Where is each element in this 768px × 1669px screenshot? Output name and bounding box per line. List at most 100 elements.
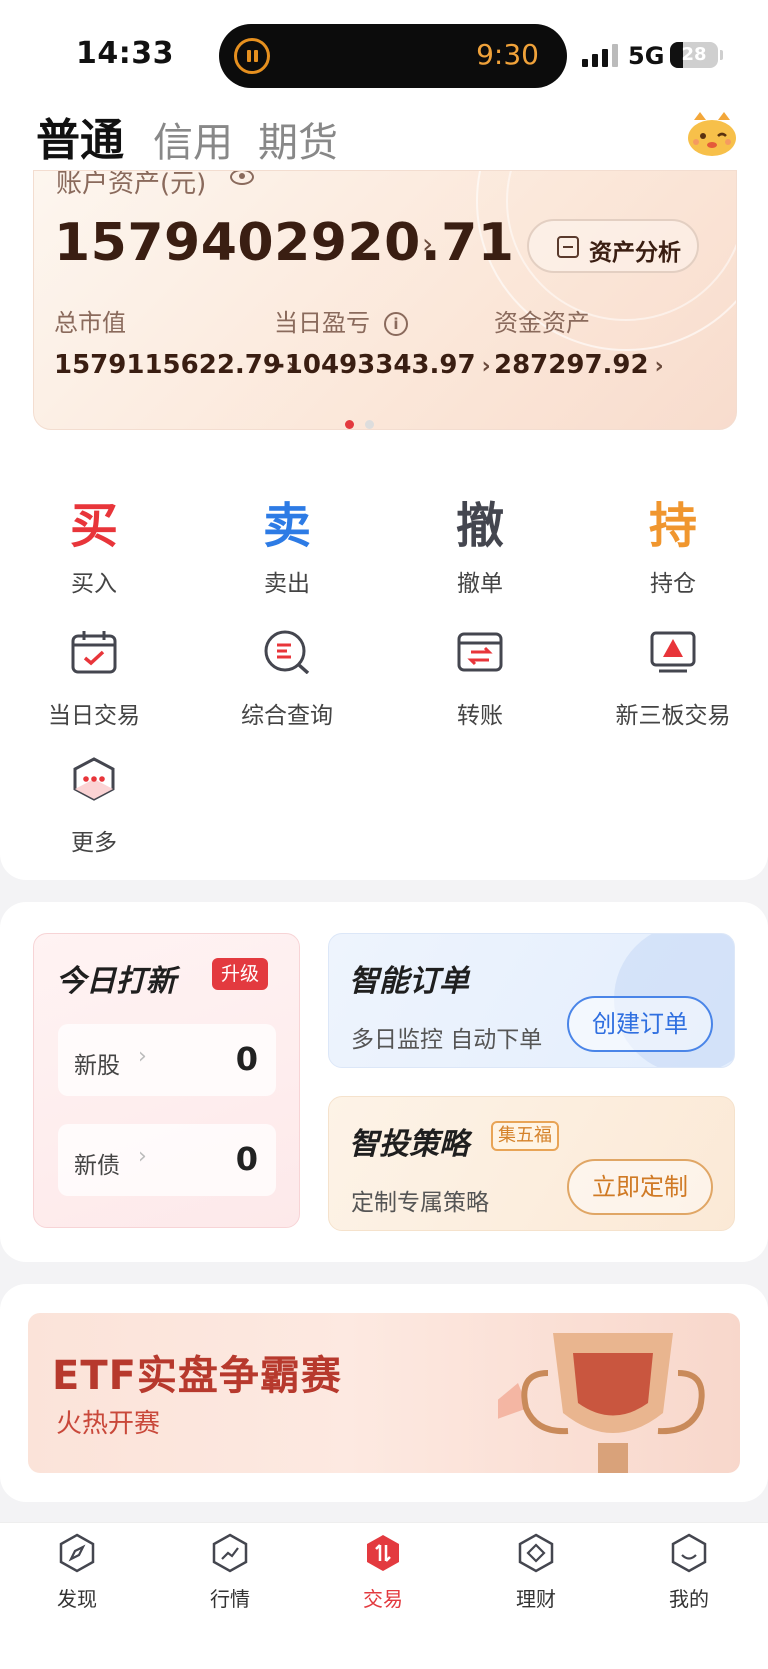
nav-discover[interactable]: 发现 (17, 1533, 137, 1612)
tab-credit[interactable]: 信用 (153, 110, 233, 168)
buy-button[interactable]: 买 买入 (4, 496, 184, 598)
account-assets-label: 账户资产(元) (56, 170, 207, 199)
sell-label: 卖出 (264, 571, 310, 597)
analysis-icon (557, 236, 579, 258)
trend-icon (212, 1533, 248, 1573)
row-label: 新债 (74, 1153, 120, 1179)
strategy-subtitle: 定制专属策略 (351, 1190, 489, 1216)
strategy-title: 智投策略 (349, 1127, 469, 1162)
metric-label: 资金资产 (494, 309, 590, 337)
trade-page: 14:33 9:30 5G 28 普通 信用 期货 账户资产(元) 157940… (0, 0, 768, 1669)
row-label: 新股 (74, 1053, 120, 1079)
query-button[interactable]: 综合查询 (197, 630, 377, 730)
chevron-right-icon: › (422, 227, 434, 260)
dynamic-island[interactable]: 9:30 (219, 24, 567, 88)
metric-daily-pnl[interactable]: 当日盈亏 i -10493343.97 › (274, 303, 491, 380)
battery-tip (720, 50, 723, 60)
tab-normal[interactable]: 普通 (36, 104, 124, 168)
smart-order-title: 智能订单 (349, 964, 469, 999)
chevron-right-icon: › (138, 1044, 147, 1069)
battery-icon: 28 (670, 42, 718, 68)
nav-trade[interactable]: 交易 (323, 1533, 443, 1612)
positions-button[interactable]: 持 持仓 (583, 496, 763, 598)
tool-label: 转账 (457, 703, 503, 729)
nav-mine[interactable]: 我的 (629, 1533, 749, 1612)
trade-icon (367, 1535, 399, 1571)
new-stocks-row[interactable]: 新股 › 0 (58, 1024, 276, 1096)
row-value: 0 (235, 1140, 258, 1178)
chevron-right-icon: › (481, 354, 491, 379)
compass-icon (59, 1533, 95, 1573)
asset-analysis-button[interactable]: 资产分析 (527, 219, 699, 273)
row-value: 0 (235, 1040, 258, 1078)
asset-card[interactable]: 账户资产(元) 1579402920.71 › 资产分析 总市值 1579115… (33, 170, 737, 430)
more-hexagon-icon (73, 757, 115, 801)
eye-icon[interactable] (230, 171, 254, 185)
info-icon[interactable]: i (384, 312, 408, 336)
positions-glyph: 持 (648, 498, 697, 554)
transfer-card-icon (457, 632, 503, 672)
new-bonds-row[interactable]: 新债 › 0 (58, 1124, 276, 1196)
metric-market-value[interactable]: 总市值 1579115622.79 › (54, 303, 296, 380)
status-time: 14:33 (76, 36, 174, 71)
metric-value: 287297.92 (494, 350, 649, 380)
metric-value: -10493343.97 (274, 350, 476, 380)
nav-market[interactable]: 行情 (170, 1533, 290, 1612)
cancel-order-button[interactable]: 撤 撤单 (390, 496, 570, 598)
search-list-icon (264, 630, 310, 675)
ipo-card[interactable]: 今日打新 升级 新股 › 0 新债 › 0 (33, 933, 300, 1228)
chevron-right-icon: › (654, 354, 664, 379)
board-screen-icon (650, 631, 696, 673)
page-dot (365, 420, 374, 429)
smart-order-card[interactable]: 智能订单 多日监控 自动下单 创建订单 (328, 933, 735, 1068)
nav-label: 交易 (363, 1587, 403, 1611)
strategy-badge: 集五福 (491, 1121, 559, 1151)
nav-label: 行情 (210, 1587, 250, 1611)
nav-label: 发现 (57, 1587, 97, 1611)
more-button[interactable]: 更多 (4, 757, 184, 857)
island-timer: 9:30 (476, 38, 539, 71)
bottom-nav: 发现 行情 交易 理财 我的 (0, 1522, 768, 1669)
mascot-icon[interactable] (686, 110, 738, 158)
banner-subtitle: 火热开赛 (56, 1409, 161, 1439)
etf-contest-banner[interactable]: ETF实盘争霸赛 火热开赛 (28, 1313, 740, 1473)
battery-level: 28 (681, 44, 707, 65)
ipo-title: 今日打新 (56, 964, 176, 999)
create-order-button[interactable]: 创建订单 (567, 996, 713, 1052)
buy-label: 买入 (71, 571, 117, 597)
total-assets-value[interactable]: 1579402920.71 (54, 213, 514, 273)
chevron-right-icon: › (138, 1144, 147, 1169)
tool-label: 新三板交易 (615, 703, 731, 729)
asset-analysis-label: 资产分析 (589, 240, 681, 266)
cancel-order-label: 撤单 (457, 571, 503, 597)
tab-futures[interactable]: 期货 (258, 110, 338, 168)
metric-value: 1579115622.79 (54, 350, 281, 380)
metric-cash-assets[interactable]: 资金资产 287297.92 › (494, 303, 664, 380)
trophy-icon (498, 1333, 705, 1473)
metric-label: 总市值 (54, 309, 126, 337)
account-type-tabs: 普通 信用 期货 (0, 110, 768, 170)
status-bar: 14:33 9:30 5G 28 (0, 0, 768, 110)
sell-button[interactable]: 卖 卖出 (197, 496, 377, 598)
nav-label: 我的 (669, 1587, 709, 1611)
signal-icon (582, 43, 618, 67)
upgrade-badge[interactable]: 升级 (212, 958, 268, 990)
calendar-check-icon (71, 631, 117, 674)
positions-label: 持仓 (650, 571, 696, 597)
transfer-button[interactable]: 转账 (390, 630, 570, 730)
tool-label: 更多 (71, 830, 117, 856)
neeq-trade-button[interactable]: 新三板交易 (583, 630, 763, 730)
network-label: 5G (628, 42, 665, 70)
strategy-card[interactable]: 智投策略 集五福 定制专属策略 立即定制 (328, 1096, 735, 1231)
customize-now-button[interactable]: 立即定制 (567, 1159, 713, 1215)
daily-trades-button[interactable]: 当日交易 (4, 630, 184, 730)
smart-order-subtitle: 多日监控 自动下单 (351, 1027, 543, 1053)
pause-icon[interactable] (234, 38, 270, 74)
sell-glyph: 卖 (262, 498, 311, 554)
metric-label: 当日盈亏 (274, 309, 370, 337)
tool-label: 综合查询 (241, 703, 333, 729)
page-dot-active (345, 420, 354, 429)
nav-wealth[interactable]: 理财 (476, 1533, 596, 1612)
buy-glyph: 买 (69, 498, 118, 554)
nav-label: 理财 (516, 1587, 556, 1611)
